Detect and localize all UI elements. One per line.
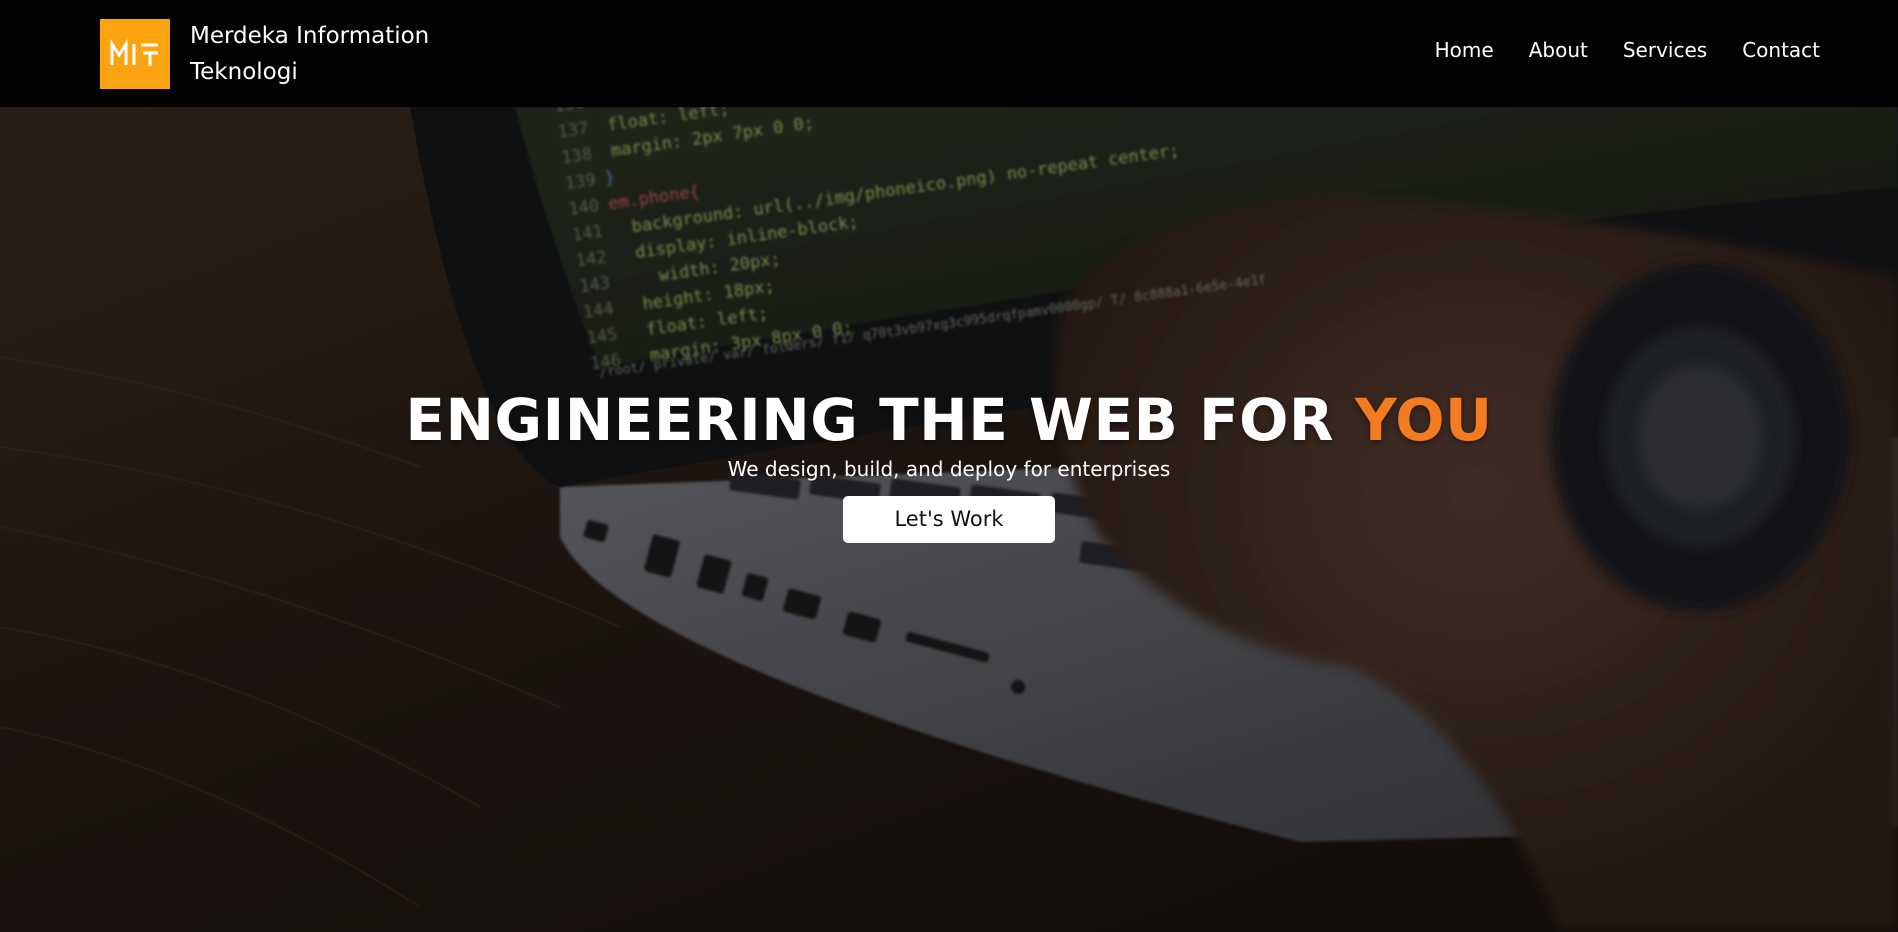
hero-subtitle: We design, build, and deploy for enterpr… bbox=[727, 457, 1171, 481]
nav-link-services[interactable]: Services bbox=[1623, 38, 1707, 62]
hero-section: 136 137 float: left; 138 margin: 2px 7px… bbox=[0, 107, 1898, 932]
hero-title: ENGINEERING THE WEB FOR YOU bbox=[0, 385, 1898, 455]
brand-name[interactable]: Merdeka Information Teknologi bbox=[190, 18, 450, 90]
nav-link-contact[interactable]: Contact bbox=[1742, 38, 1820, 62]
brand[interactable]: Merdeka Information Teknologi bbox=[100, 18, 450, 90]
logo[interactable] bbox=[100, 19, 170, 89]
hero-title-accent: YOU bbox=[1354, 386, 1493, 454]
nav-link-home[interactable]: Home bbox=[1435, 38, 1494, 62]
nav-link-about[interactable]: About bbox=[1529, 38, 1588, 62]
brand-name-line1: Merdeka Information bbox=[190, 23, 430, 49]
main-nav: Home About Services Contact bbox=[1400, 38, 1820, 62]
lets-work-button[interactable]: Let's Work bbox=[843, 496, 1055, 543]
site-header: Merdeka Information Teknologi Home About… bbox=[0, 0, 1898, 107]
hero-content: ENGINEERING THE WEB FOR YOU We design, b… bbox=[0, 385, 1898, 543]
brand-name-line2: Teknologi bbox=[190, 59, 298, 85]
hero-title-main: ENGINEERING THE WEB FOR bbox=[405, 386, 1355, 454]
logo-mark-icon bbox=[110, 39, 158, 66]
